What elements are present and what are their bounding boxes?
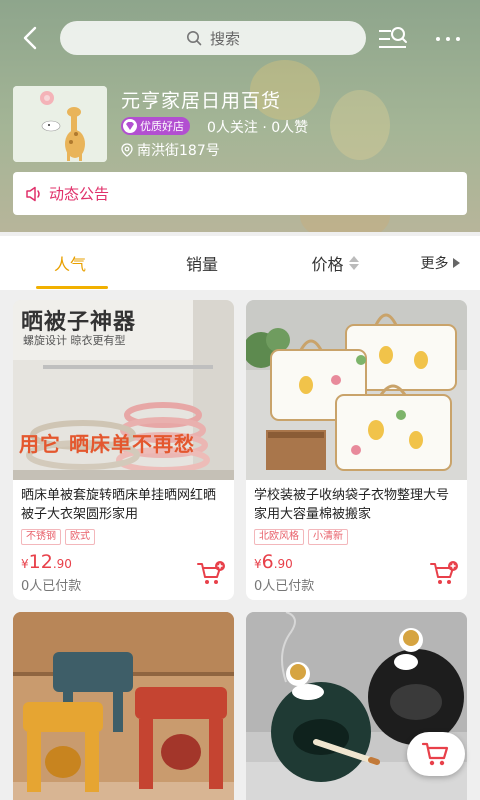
tab-more-label: 更多 (420, 256, 449, 272)
currency-symbol: ¥ (21, 557, 29, 571)
product-tags: 不锈钢 欧式 (13, 526, 234, 545)
store-logo (13, 86, 107, 162)
tab-sales-label: 销量 (185, 255, 218, 274)
tab-more[interactable]: 更多 (408, 236, 472, 290)
currency-symbol: ¥ (254, 557, 262, 571)
top-bar: 搜索 (0, 16, 480, 60)
store-notice-bar[interactable]: 动态公告 (13, 172, 467, 215)
image-overlay-subtitle: 螺旋设计 晾衣更有型 (23, 334, 126, 347)
price-decimal: .90 (273, 557, 293, 571)
product-image (246, 300, 467, 480)
product-card[interactable] (13, 612, 234, 800)
tab-popular[interactable]: 人气 (30, 236, 110, 290)
product-title: 学校装被子收纳袋子衣物整理大号家用大容量棉被搬家 (254, 488, 450, 522)
price-integer: 12 (28, 551, 53, 573)
product-tag: 不锈钢 (21, 529, 61, 545)
store-name: 元亨家居日用百货 (121, 90, 282, 112)
product-image: 晒被子神器 螺旋设计 晾衣更有型 用它 晒床单不再愁 (13, 300, 234, 480)
dot-icon (446, 37, 450, 41)
floating-cart-button[interactable] (407, 732, 465, 776)
diamond-icon (123, 119, 137, 133)
sort-tabs: 人气 销量 价格 更多 (0, 236, 480, 290)
speaker-icon (26, 186, 40, 201)
add-cart-icon (197, 561, 225, 584)
store-stats: 0人关注 · 0人赞 (207, 120, 309, 136)
category-search-icon (379, 27, 407, 48)
sort-arrows-icon (348, 256, 359, 270)
price-decimal: .90 (52, 557, 72, 571)
tab-price-label: 价格 (311, 255, 344, 274)
location-pin-icon (121, 143, 133, 157)
search-icon (186, 31, 202, 46)
active-tab-indicator (36, 286, 108, 289)
tab-sales[interactable]: 销量 (162, 236, 242, 290)
product-tag: 小清新 (308, 529, 348, 545)
dot-icon (456, 37, 460, 41)
product-card[interactable]: 学校装被子收纳袋子衣物整理大号家用大容量棉被搬家 北欧风格 小清新 ¥6.90 … (246, 300, 467, 600)
badge-label: 优质好店 (140, 120, 184, 133)
back-arrow-icon (23, 26, 37, 50)
store-address: 南洪街187号 (121, 140, 220, 160)
triangle-right-icon (452, 258, 460, 268)
dot-icon (436, 37, 440, 41)
tab-price[interactable]: 价格 (290, 236, 380, 290)
search-placeholder: 搜索 (209, 29, 240, 48)
background-decoration (330, 90, 390, 160)
more-options-button[interactable] (428, 24, 468, 54)
notice-label: 动态公告 (49, 185, 110, 203)
quality-store-badge: 优质好店 (121, 117, 190, 135)
shopping-cart-icon (421, 742, 449, 766)
store-header: 搜索 元亨家居日用百货 优质好店 0人关注 · 0人赞 南洪街187号 动态公告 (0, 0, 480, 232)
add-cart-icon (430, 561, 458, 584)
search-input[interactable]: 搜索 (60, 21, 366, 55)
product-tag: 北欧风格 (254, 529, 304, 545)
product-card[interactable]: 晒被子神器 螺旋设计 晾衣更有型 用它 晒床单不再愁 晒床单被套旋转晒床单挂晒网… (13, 300, 234, 600)
product-image (13, 612, 234, 800)
image-overlay-slogan: 用它 晒床单不再愁 (19, 432, 195, 456)
category-button[interactable] (376, 24, 410, 54)
product-tag: 欧式 (65, 529, 95, 545)
address-text: 南洪街187号 (137, 143, 220, 159)
back-button[interactable] (14, 22, 46, 54)
price-integer: 6 (261, 551, 274, 573)
product-tags: 北欧风格 小清新 (246, 526, 467, 545)
add-to-cart-button[interactable] (196, 560, 226, 586)
product-title: 晒床单被套旋转晒床单挂晒网红晒被子大衣架圆形家用 (21, 488, 217, 522)
add-to-cart-button[interactable] (429, 560, 459, 586)
tab-popular-label: 人气 (53, 255, 86, 274)
